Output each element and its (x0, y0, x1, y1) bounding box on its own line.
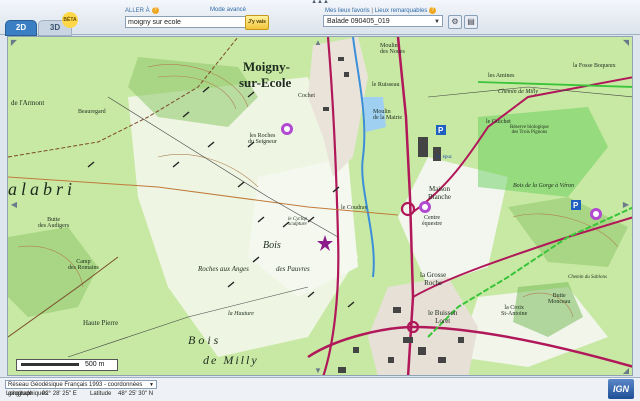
pan-west-icon[interactable]: ◀ (10, 201, 18, 209)
map-label-centre-equestre: Centre équestre (422, 215, 442, 227)
map-label-haute-pierre: Haute Pierre (83, 319, 119, 327)
go-button[interactable]: J'y vais (245, 15, 269, 30)
collapse-toolbar-icon[interactable]: ▲▲▲ (300, 0, 340, 5)
favorite-select[interactable]: Balade 090405_019 ▼ (323, 15, 443, 27)
goto-label: ALLER À? (125, 7, 159, 14)
print-icon: ▤ (467, 17, 475, 26)
map-label-bois-gorge: Bois de la Gorge à Véron (513, 183, 575, 189)
map-label-moulin-mairie: Moulin de la Mairie (373, 109, 402, 121)
scale-label: 500 m (85, 361, 105, 368)
longitude-value: 02° 28' 25" E (42, 391, 77, 397)
latitude-label: Latitude (90, 391, 112, 397)
map-label-butte-monceau: Butte Monceau (548, 293, 571, 305)
chevron-down-icon: ▼ (434, 19, 440, 25)
chevron-down-icon: ▼ (149, 382, 154, 388)
status-bar: Réseau Géodésique Français 1993 - coordo… (0, 377, 640, 401)
map-label-calabri: alabri (8, 179, 77, 199)
help-icon[interactable]: ? (151, 7, 159, 14)
map-label-armont: de l'Armont (11, 99, 45, 107)
scale-bar: 500 m (16, 359, 118, 371)
map-label-moigny-2: sur-Ecole (239, 75, 292, 90)
map-label-milly: de Milly (203, 353, 259, 367)
map-label-st-epur: St. épur. (436, 155, 453, 160)
map-label-moulin-noues: Moulin des Noues (380, 43, 405, 55)
map-view[interactable]: P P Moigny- sur-Ecole de l'Armont Beaure… (7, 36, 633, 376)
map-label-camp-romains: Camp des Romains (68, 259, 99, 271)
map-label-beauregard: Beauregard (78, 109, 106, 115)
map-label-bois: Bois (263, 240, 281, 251)
latitude-value: 48° 25' 30" N (118, 391, 154, 397)
beta-badge: BÉTA (62, 12, 78, 28)
map-label-chemin-milly: Chemin de Milly (498, 89, 538, 95)
map-label-pauvres: des Pauvres (276, 265, 310, 273)
map-label-bois-milly: Bois (188, 333, 222, 347)
pan-north-icon[interactable]: ▲ (314, 39, 322, 47)
map-label-grosse-roche: la Grosse Roche (420, 271, 447, 287)
favorites-links: Mes lieux favoris | Lieux remarquables? (325, 7, 437, 14)
map-label-cyclop: le Cyclop sculpture (288, 217, 308, 227)
map-label-moigny: Moigny- (243, 59, 290, 74)
scale-line (21, 363, 79, 366)
svg-text:P: P (573, 201, 579, 210)
search-input[interactable] (125, 16, 246, 28)
map-label-reserve: Réserve biologique des Trois Pignons (510, 125, 549, 135)
map-label-croix-antoine: la Croix St-Antoine (501, 305, 528, 317)
map-label-hauture: la Hauture (228, 311, 254, 317)
map-label-roches-seigneur: les Roches du Seigneur (248, 133, 277, 145)
map-label-maison-blanche: Maison Blanche (428, 185, 451, 201)
toolbar: ▲▲▲ 2D 3D BÉTA ALLER À? Mode avancé J'y … (0, 0, 640, 36)
settings-button[interactable]: ⚙ (448, 15, 462, 29)
map-label-coudray: le Coudray (341, 205, 368, 211)
pan-northwest-icon[interactable]: ◤ (10, 39, 18, 47)
pan-northeast-icon[interactable]: ◥ (622, 39, 630, 47)
map-label-amines: les Amines (488, 73, 515, 79)
advanced-mode-link[interactable]: Mode avancé (210, 7, 246, 13)
map-label-roches-anges: Roches aux Anges (198, 265, 249, 273)
longitude-label: Longitude (6, 391, 33, 397)
map-label-sablons: Chemin du Sablons (568, 275, 607, 280)
pan-south-icon[interactable]: ▼ (314, 367, 322, 375)
tab-2d[interactable]: 2D (5, 20, 37, 36)
print-button[interactable]: ▤ (464, 15, 478, 29)
settings-icon: ⚙ (451, 17, 459, 26)
help-icon[interactable]: ? (429, 7, 437, 14)
ign-logo: IGN (608, 379, 634, 399)
pan-east-icon[interactable]: ▶ (622, 201, 630, 209)
map-label-fosse-boqueux: la Fosse Boqueux (573, 63, 616, 69)
pan-southeast-icon[interactable]: ◢ (622, 367, 630, 375)
map-label-buisson-loret: le Buisson Loret (428, 309, 458, 325)
map-label-ruisseau: le Ruisseau (372, 82, 400, 88)
map-label-butte-audigers: Butte des Audigers (38, 217, 70, 229)
favorites-link[interactable]: Mes lieux favoris (325, 8, 370, 14)
remarkable-places-link[interactable]: Lieux remarquables (375, 8, 428, 14)
map-label-guichet: le Guichet (486, 119, 511, 125)
svg-text:P: P (438, 126, 444, 135)
crs-select[interactable]: Réseau Géodésique Français 1993 - coordo… (5, 380, 157, 397)
map-label-cochet: Cochet (298, 93, 315, 99)
